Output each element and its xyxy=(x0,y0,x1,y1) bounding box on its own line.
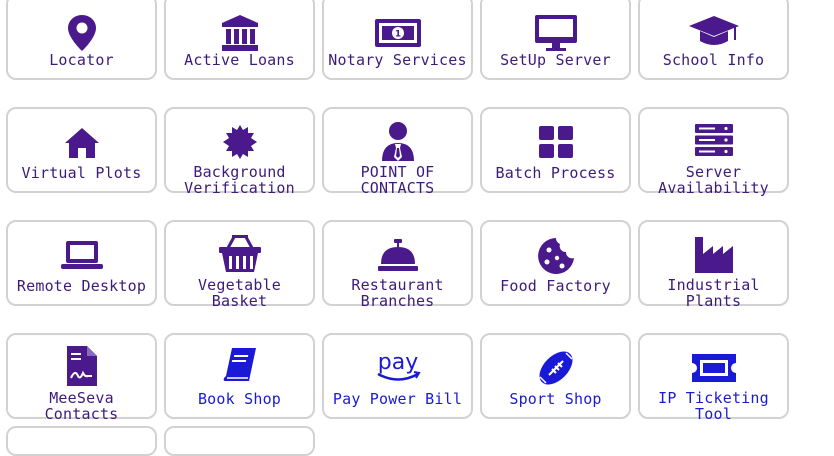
bank-icon xyxy=(205,14,275,52)
map-pin-icon xyxy=(47,14,117,52)
grid-icon xyxy=(521,125,591,159)
tile-book-shop[interactable]: Book Shop xyxy=(164,333,315,419)
tile-label: Sport Shop xyxy=(509,390,602,408)
desktop-icon xyxy=(521,14,591,52)
certificate-icon xyxy=(205,125,275,159)
industry-icon xyxy=(679,234,749,274)
cookie-icon xyxy=(521,236,591,276)
tile-label: POINT OF CONTACTS xyxy=(360,163,435,197)
tile-label: Restaurant Branches xyxy=(351,276,444,310)
money-bill-icon: 1 xyxy=(363,16,433,50)
server-icon xyxy=(679,123,749,157)
concierge-bell-icon xyxy=(363,238,433,272)
tile-sport-shop[interactable]: Sport Shop xyxy=(480,333,631,419)
tile-setup-server[interactable]: SetUp Server xyxy=(480,0,631,80)
graduation-cap-icon xyxy=(679,14,749,50)
tile-partial[interactable] xyxy=(6,426,157,456)
amazon-pay-text: pay xyxy=(377,350,417,375)
tile-remote-desktop[interactable]: Remote Desktop xyxy=(6,220,157,306)
tile-label: IP Ticketing Tool xyxy=(658,389,769,423)
tile-vegetable-basket[interactable]: Vegetable Basket xyxy=(164,220,315,310)
tile-server-availability[interactable]: Server Availability xyxy=(638,107,789,197)
tile-background-verification[interactable]: Background Verification xyxy=(164,107,315,197)
tile-restaurant-branches[interactable]: Restaurant Branches xyxy=(322,220,473,310)
tile-industrial-plants[interactable]: Industrial Plants xyxy=(638,220,789,310)
tile-label: SetUp Server xyxy=(500,51,611,69)
tile-ip-ticketing-tool[interactable]: IP Ticketing Tool xyxy=(638,333,789,423)
tile-pay-power-bill[interactable]: pay Pay Power Bill xyxy=(322,333,473,419)
tile-locator[interactable]: Locator xyxy=(6,0,157,80)
tile-label: Vegetable Basket xyxy=(197,276,282,310)
tile-label: Notary Services xyxy=(328,51,467,69)
tile-notary-services[interactable]: 1 Notary Services xyxy=(322,0,473,80)
tile-food-factory[interactable]: Food Factory xyxy=(480,220,631,306)
tile-batch-process[interactable]: Batch Process xyxy=(480,107,631,193)
tile-label: School Info xyxy=(662,51,765,69)
ticket-icon xyxy=(679,353,749,383)
tile-label: Locator xyxy=(49,51,114,69)
user-tie-icon xyxy=(363,121,433,161)
tile-partial[interactable] xyxy=(164,426,315,456)
tile-label: Remote Desktop xyxy=(16,277,147,295)
tile-virtual-plots[interactable]: Virtual Plots xyxy=(6,107,157,193)
svg-text:1: 1 xyxy=(394,30,400,40)
home-icon xyxy=(47,127,117,159)
file-signature-icon xyxy=(47,345,117,387)
tile-meeseva-contacts[interactable]: MeeSeva Contacts xyxy=(6,333,157,423)
tile-label: Book Shop xyxy=(197,390,282,408)
football-icon xyxy=(521,349,591,387)
tile-label: Industrial Plants xyxy=(667,276,760,310)
tile-label: MeeSeva Contacts xyxy=(44,389,119,423)
amazon-pay-icon: pay xyxy=(363,347,433,385)
tile-point-of-contacts[interactable]: POINT OF CONTACTS xyxy=(322,107,473,197)
tile-active-loans[interactable]: Active Loans xyxy=(164,0,315,80)
book-icon xyxy=(205,348,275,383)
tile-label: Pay Power Bill xyxy=(332,390,463,408)
tile-school-info[interactable]: School Info xyxy=(638,0,789,80)
tile-label: Batch Process xyxy=(495,164,616,182)
laptop-icon xyxy=(47,240,117,270)
basket-icon xyxy=(205,234,275,274)
tile-label: Food Factory xyxy=(500,277,611,295)
tile-label: Server Availability xyxy=(658,163,769,197)
tile-label: Active Loans xyxy=(184,51,295,69)
tile-label: Virtual Plots xyxy=(21,164,142,182)
tile-label: Background Verification xyxy=(184,163,295,197)
